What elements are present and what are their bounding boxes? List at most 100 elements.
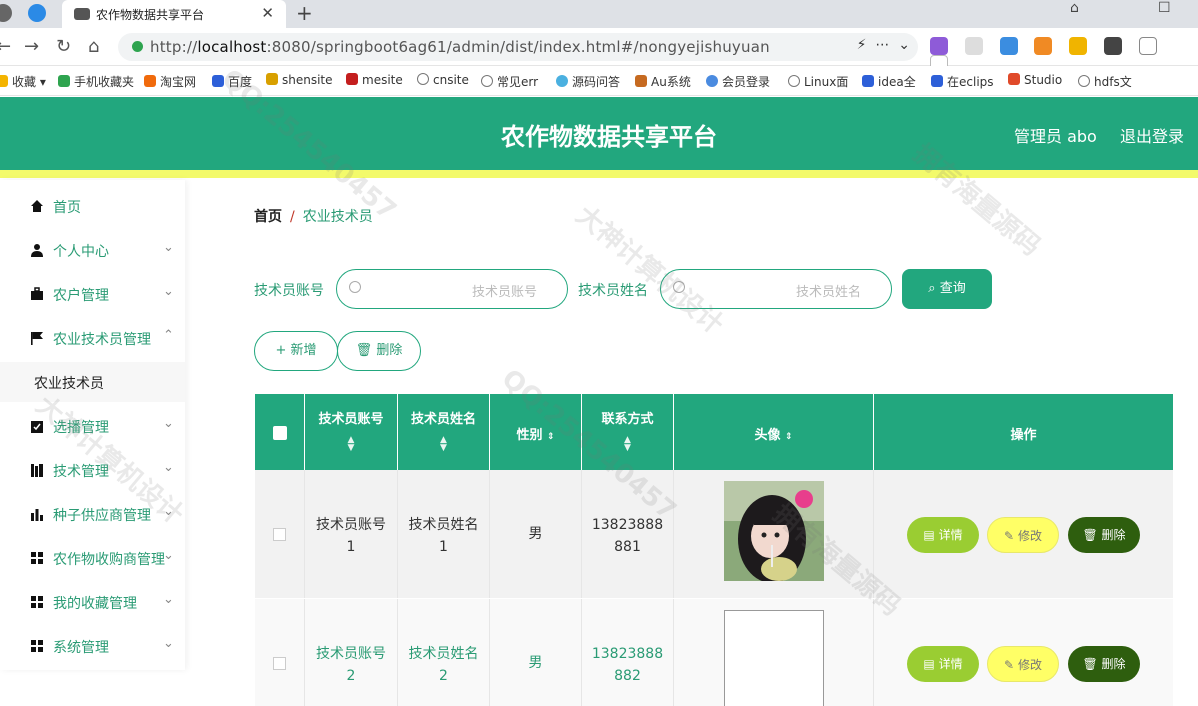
browser-tab-bar: 农作物数据共享平台 ✕ + ⌂ ☐ — [0, 0, 1198, 28]
back-icon[interactable]: ← — [0, 36, 11, 57]
select-all-checkbox[interactable] — [273, 426, 287, 440]
sidebar-item-label: 农户管理 — [53, 288, 109, 304]
sidebar-item-technician[interactable]: 农业技术员管理 ⌃ — [0, 318, 185, 358]
translate-icon[interactable] — [930, 36, 948, 55]
avatar-image[interactable] — [724, 481, 824, 581]
detail-button[interactable]: ▤ 详情 — [907, 646, 979, 682]
row-checkbox[interactable] — [273, 528, 286, 541]
batch-delete-button[interactable]: 🗑 删除 — [337, 331, 421, 371]
forward-icon[interactable]: → — [24, 36, 39, 57]
bookmark-item[interactable]: 淘宝网 — [144, 73, 196, 90]
delete-button[interactable]: 🗑 删除 — [1068, 646, 1140, 682]
tab-close-icon[interactable]: ✕ — [261, 4, 274, 22]
sidebar-item-seed-supplier[interactable]: 种子供应商管理 ⌄ — [0, 494, 185, 534]
apps-icon[interactable] — [1103, 36, 1122, 55]
sort-icon: ⇕ — [785, 432, 793, 442]
sidebar-item-personal-center[interactable]: 个人中心 ⌄ — [0, 230, 185, 270]
browser-app-icon[interactable] — [0, 4, 12, 22]
sidebar-item-home[interactable]: 首页 — [0, 186, 185, 226]
sidebar-item-technology[interactable]: 技术管理 ⌄ — [0, 450, 185, 490]
bookmark-item[interactable]: Au系统 — [635, 73, 691, 90]
row-checkbox[interactable] — [273, 657, 286, 670]
shield-icon[interactable] — [1069, 36, 1088, 55]
account-cell: 技术员账号1 — [305, 470, 398, 598]
avatar-cell — [674, 599, 874, 706]
sort-icon[interactable]: ▲ ▼ — [305, 436, 397, 453]
sort-icon[interactable]: ▲ ▼ — [398, 436, 489, 453]
column-header-avatar[interactable]: 头像 ⇕ — [674, 394, 874, 470]
sidebar-subitem-technician[interactable]: 农业技术员 — [0, 362, 185, 402]
url-input[interactable]: http://localhost:8080/springboot6ag61/ad… — [118, 33, 918, 61]
sidebar-item-label: 个人中心 — [53, 244, 109, 260]
delete-button[interactable]: 🗑 删除 — [1068, 517, 1140, 553]
sidebar-item-label: 首页 — [53, 200, 81, 216]
telegram-icon[interactable] — [28, 4, 46, 22]
url-actions[interactable]: ⚡ ⋯ ⌄ — [857, 37, 910, 53]
bookmark-item[interactable]: Linux面 — [788, 73, 848, 90]
edit-button[interactable]: ✎ 修改 — [987, 646, 1059, 682]
bookmark-item[interactable]: 会员登录 — [706, 73, 770, 90]
bookmarks-bar: 收藏 ▾ 手机收藏夹 淘宝网 百度 shensite mesite cnsite… — [0, 66, 1198, 96]
game-icon[interactable] — [1034, 36, 1053, 55]
bookmark-item[interactable]: 在eclips — [931, 73, 994, 90]
home-nav-icon[interactable]: ⌂ — [88, 36, 99, 57]
name-search-input[interactable]: 技术员姓名 — [660, 269, 892, 309]
logout-link[interactable]: 退出登录 — [1120, 123, 1184, 147]
search-ext-icon[interactable] — [999, 36, 1018, 55]
phone-cell: 13823888881 — [582, 470, 674, 598]
shirt-icon[interactable]: ⌂ — [1070, 0, 1079, 16]
briefcase-icon — [30, 287, 44, 301]
column-header-account[interactable]: 技术员账号 ▲ ▼ — [305, 394, 398, 470]
bookmark-item[interactable]: shensite — [266, 73, 333, 87]
detail-button[interactable]: ▤ 详情 — [907, 517, 979, 553]
technician-table: 技术员账号 ▲ ▼ 技术员姓名 ▲ ▼ 性别 ⇕ 联系方式 ▲ ▼ 头像 ⇕ 操作 技… — [255, 394, 1173, 706]
actions-cell: ▤ 详情 ✎ 修改 🗑 删除 — [874, 470, 1173, 598]
sort-icon: ⇕ — [547, 432, 555, 442]
bookmark-item[interactable]: 收藏 ▾ — [0, 73, 46, 90]
chevron-up-icon: ⌃ — [163, 328, 174, 343]
search-icon: ⌕ — [928, 281, 936, 296]
bookmark-item[interactable]: idea全 — [862, 73, 916, 90]
new-tab-icon[interactable]: + — [296, 1, 313, 25]
scissors-icon[interactable] — [964, 36, 983, 55]
bookmark-item[interactable]: mesite — [346, 73, 403, 87]
document-icon: ▤ — [923, 528, 935, 542]
header-stripe — [0, 170, 1198, 178]
chevron-down-icon: ⌄ — [163, 636, 174, 651]
sidebar-item-favorites[interactable]: 我的收藏管理 ⌄ — [0, 582, 185, 622]
bookmark-item[interactable]: cnsite — [417, 73, 469, 87]
sidebar-subitem-label: 农业技术员 — [34, 376, 104, 392]
browser-tab-active[interactable]: 农作物数据共享平台 ✕ — [62, 0, 286, 28]
sidebar-item-label: 技术管理 — [53, 464, 109, 480]
sidebar-item-crop-buyer[interactable]: 农作物收购商管理 ⌄ — [0, 538, 185, 578]
breadcrumb-home[interactable]: 首页 — [254, 209, 282, 225]
sidebar-item-system[interactable]: 系统管理 ⌄ — [0, 626, 185, 666]
current-user: 管理员 abo — [1014, 127, 1097, 146]
broken-image-icon[interactable] — [724, 610, 824, 706]
account-search-input[interactable]: 技术员账号 — [336, 269, 568, 309]
column-header-phone[interactable]: 联系方式 ▲ ▼ — [582, 394, 674, 470]
chevron-down-icon: ⌄ — [163, 592, 174, 607]
sort-icon[interactable]: ▲ ▼ — [582, 436, 673, 453]
bookmark-item[interactable]: 手机收藏夹 — [58, 73, 134, 90]
bookmark-item[interactable]: 常见err — [481, 73, 538, 90]
bookmark-item[interactable]: 百度 — [212, 73, 252, 90]
url-text: http://localhost:8080/springboot6ag61/ad… — [150, 38, 770, 56]
sidebar-item-seeding[interactable]: 选播管理 ⌄ — [0, 406, 185, 446]
column-header-name[interactable]: 技术员姓名 ▲ ▼ — [398, 394, 490, 470]
column-header-gender[interactable]: 性别 ⇕ — [490, 394, 582, 470]
add-button[interactable]: + 新增 — [254, 331, 338, 371]
avatar-cell — [674, 470, 874, 598]
bookmark-item[interactable]: Studio — [1008, 73, 1062, 87]
sidebar-item-farmer[interactable]: 农户管理 ⌄ — [0, 274, 185, 314]
query-button[interactable]: ⌕ 查询 — [902, 269, 992, 309]
account-search-label: 技术员账号 — [254, 283, 324, 299]
reload-icon[interactable]: ↻ — [56, 36, 71, 57]
bookmark-item[interactable]: hdfs文 — [1078, 73, 1132, 90]
gender-cell: 男 — [490, 470, 582, 598]
window-restore-icon[interactable]: ☐ — [1158, 0, 1171, 16]
edit-button[interactable]: ✎ 修改 — [987, 517, 1059, 553]
bookmark-item[interactable]: 源码问答 — [556, 73, 620, 90]
download-icon[interactable] — [1138, 36, 1157, 55]
table-header: 技术员账号 ▲ ▼ 技术员姓名 ▲ ▼ 性别 ⇕ 联系方式 ▲ ▼ 头像 ⇕ 操作 — [255, 394, 1173, 470]
